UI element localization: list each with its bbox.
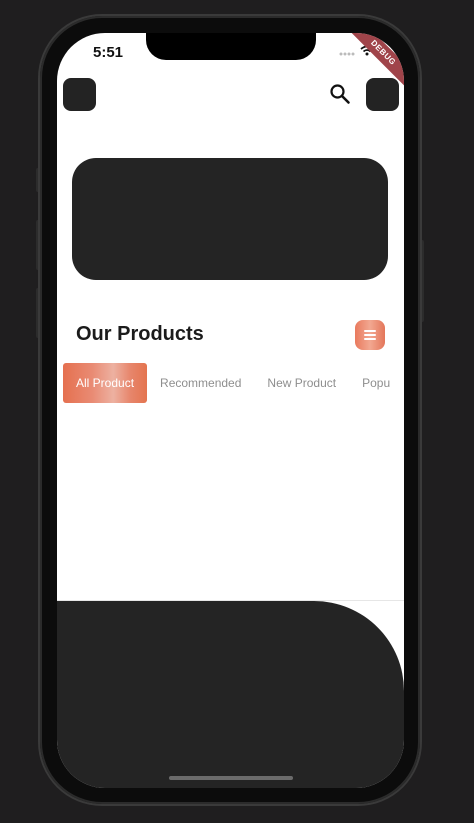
tab-recommended[interactable]: Recommended bbox=[147, 363, 254, 403]
content-area bbox=[147, 401, 404, 601]
tab-popular[interactable]: Popu bbox=[349, 363, 403, 403]
power-button bbox=[420, 240, 424, 322]
menu-icon bbox=[364, 330, 376, 332]
device-notch bbox=[146, 33, 316, 60]
tab-new-product[interactable]: New Product bbox=[254, 363, 349, 403]
menu-icon-line bbox=[364, 338, 376, 340]
menu-button[interactable] bbox=[355, 320, 385, 350]
search-icon[interactable] bbox=[329, 83, 351, 105]
home-indicator bbox=[169, 776, 293, 780]
menu-icon-line bbox=[364, 334, 376, 336]
left-header-button[interactable] bbox=[63, 78, 96, 111]
tab-all-product[interactable]: All Product bbox=[63, 363, 148, 403]
promo-banner[interactable] bbox=[72, 158, 388, 280]
app-screen: 5:51 DEBUG Our Products All Product Reco… bbox=[57, 33, 404, 788]
right-header-button[interactable] bbox=[366, 78, 399, 111]
content-curve bbox=[57, 401, 157, 601]
product-tabs: All Product Recommended New Product Popu bbox=[63, 363, 403, 403]
signal-icon bbox=[339, 52, 355, 55]
section-title: Our Products bbox=[76, 323, 204, 345]
status-time: 5:51 bbox=[93, 44, 124, 61]
